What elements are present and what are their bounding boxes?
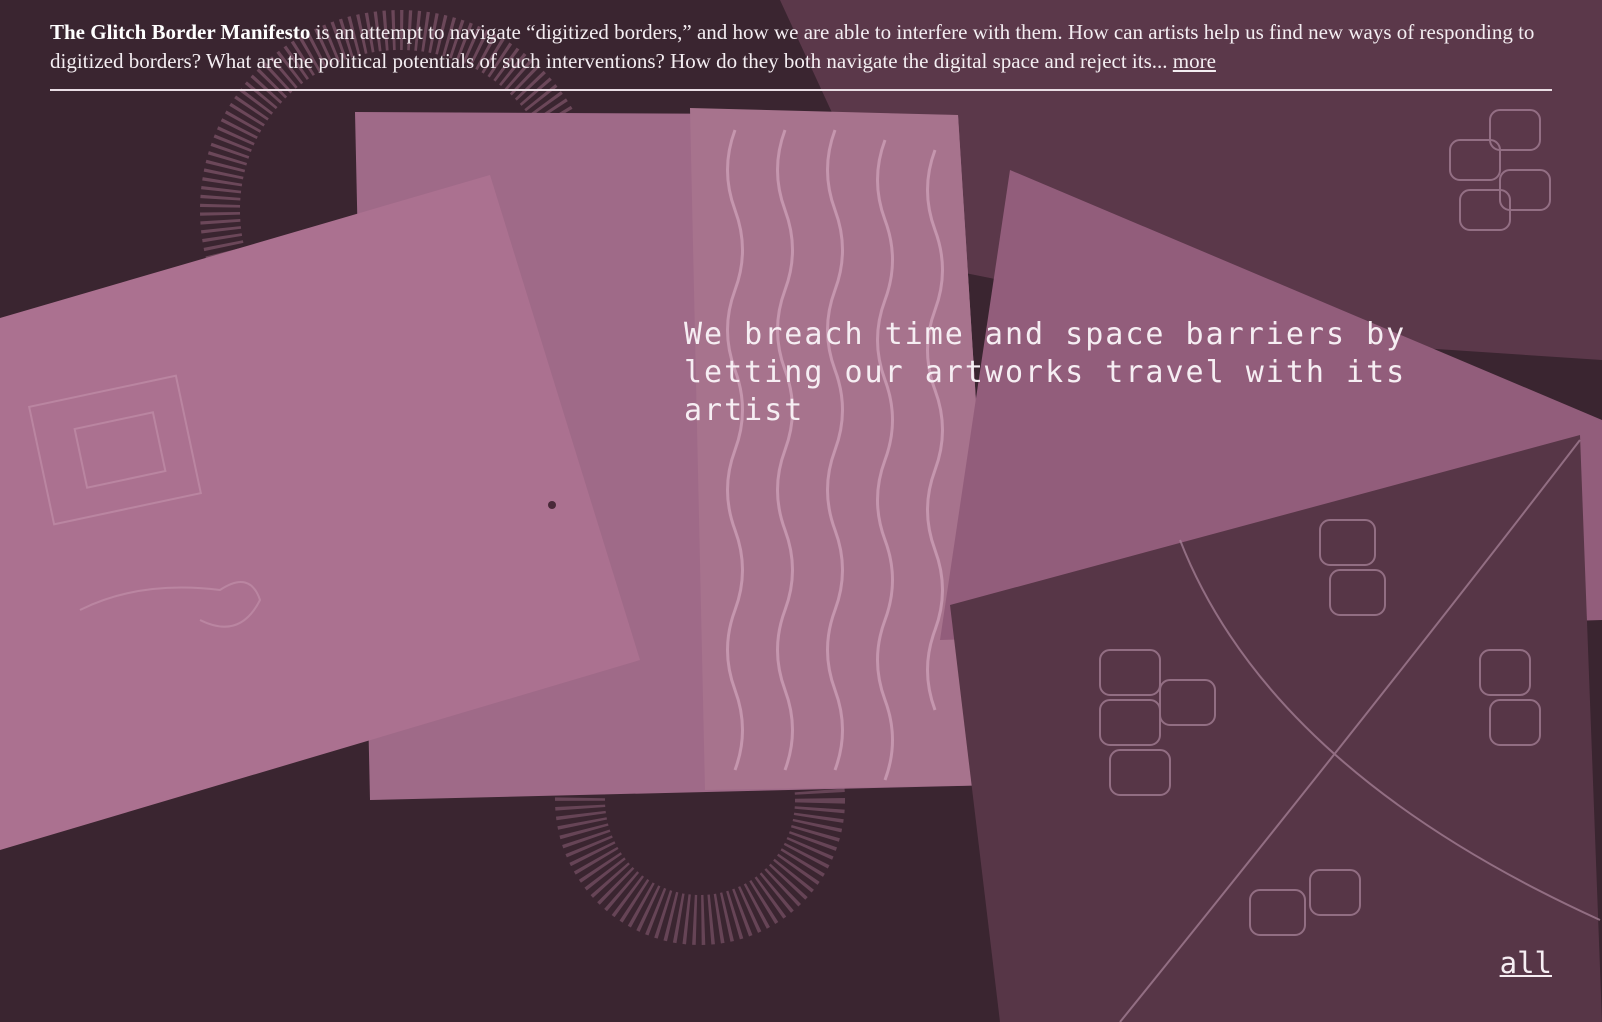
more-link[interactable]: more [1173, 49, 1216, 73]
manifesto-intro: The Glitch Border Manifesto is an attemp… [50, 18, 1552, 91]
background-artwork-image [0, 0, 1602, 1022]
manifesto-quote: We breach time and space barriers by let… [684, 317, 1407, 428]
all-link[interactable]: all [1500, 946, 1552, 980]
manifesto-title: The Glitch Border Manifesto [50, 20, 311, 44]
